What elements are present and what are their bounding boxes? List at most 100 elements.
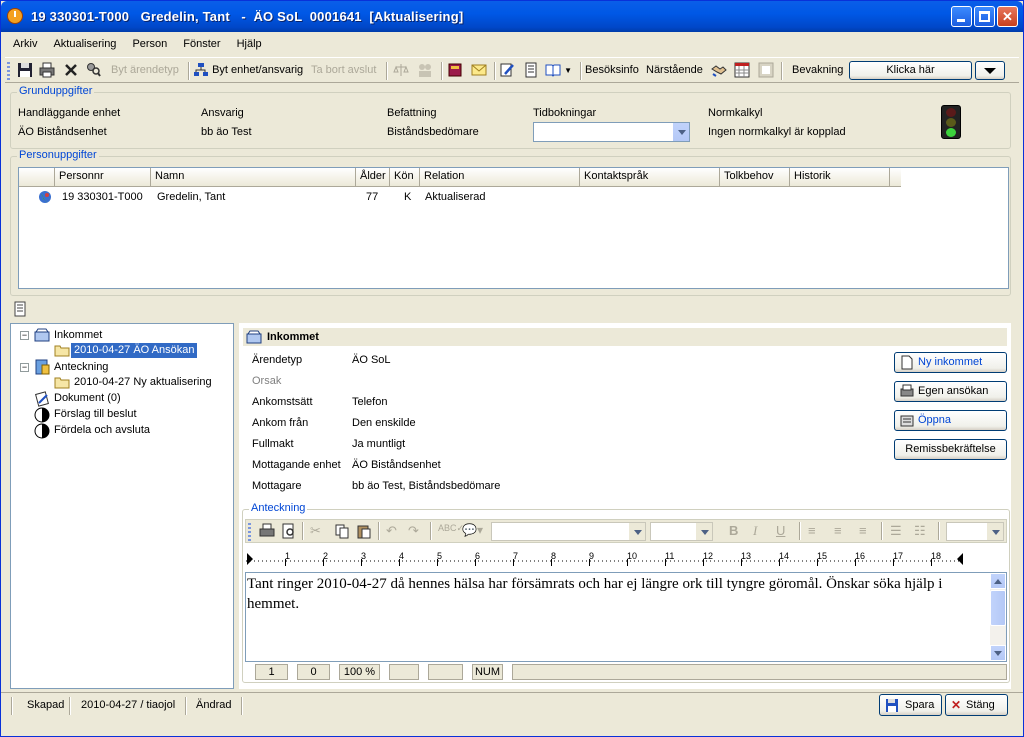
align-center-icon[interactable]: ≡ bbox=[834, 523, 842, 538]
column-header-namn[interactable]: Namn bbox=[151, 168, 356, 186]
font-family-select[interactable] bbox=[491, 522, 646, 541]
field-label-mottagande-enhet: Mottagande enhet bbox=[252, 459, 341, 471]
ta-bort-avslut-button[interactable]: Ta bort avslut bbox=[311, 61, 376, 81]
menu-arkiv[interactable]: Arkiv bbox=[5, 35, 45, 50]
tree-item-dokument[interactable]: Dokument (0) bbox=[54, 391, 121, 406]
narstaende-button[interactable]: Närstående bbox=[646, 61, 703, 81]
minimize-button[interactable] bbox=[951, 6, 972, 27]
tool-button-disabled-2[interactable] bbox=[417, 61, 433, 81]
tree-item-forslag[interactable]: Förslag till beslut bbox=[54, 407, 137, 422]
align-right-icon[interactable]: ≡ bbox=[859, 523, 867, 538]
editor-scrollbar[interactable] bbox=[990, 573, 1006, 661]
column-header-relation[interactable]: Relation bbox=[420, 168, 580, 186]
align-left-icon[interactable]: ≡ bbox=[808, 523, 816, 538]
document-tool-button[interactable] bbox=[523, 61, 539, 81]
traffic-light-yellow bbox=[946, 118, 956, 127]
menu-person[interactable]: Person bbox=[124, 35, 175, 50]
spellcheck-icon[interactable]: ABC✓ bbox=[438, 523, 464, 534]
tree-item-ao-ansokan[interactable]: 2010-04-27 ÄO Ansökan bbox=[71, 343, 198, 358]
underline-icon[interactable]: U bbox=[776, 523, 785, 538]
tidbokningar-select[interactable] bbox=[533, 122, 690, 142]
chevron-down-icon[interactable] bbox=[672, 123, 689, 141]
toolbar-grip[interactable] bbox=[7, 62, 10, 80]
style-select[interactable] bbox=[946, 522, 1004, 541]
mail-tool-button[interactable] bbox=[471, 61, 487, 81]
chevron-down-icon[interactable] bbox=[986, 523, 1003, 540]
editor-toolbar-grip[interactable] bbox=[248, 523, 251, 541]
ruler-tick bbox=[627, 559, 628, 566]
scroll-up-button[interactable] bbox=[990, 573, 1006, 589]
menu-hjalp[interactable]: Hjälp bbox=[229, 35, 270, 50]
close-button[interactable]: ✕ bbox=[997, 6, 1018, 27]
dropdown-arrow-icon[interactable]: ▼ bbox=[564, 66, 572, 75]
journal-tool-button[interactable] bbox=[447, 61, 463, 81]
numbered-list-icon[interactable]: ☷ bbox=[914, 523, 926, 539]
open-folder-icon bbox=[900, 415, 914, 427]
column-header-historik[interactable]: Historik bbox=[790, 168, 890, 186]
byt-arendetyp-button[interactable]: Byt ärendetyp bbox=[111, 61, 179, 81]
print-tool-button[interactable] bbox=[39, 61, 55, 81]
printer-icon[interactable] bbox=[259, 523, 275, 539]
open-book-tool-button[interactable]: ▼ bbox=[545, 61, 572, 81]
people-icon bbox=[419, 64, 431, 78]
collapse-toggle[interactable]: − bbox=[20, 331, 29, 340]
edit-tool-button[interactable] bbox=[499, 61, 515, 81]
column-header-alder[interactable]: Ålder bbox=[356, 168, 390, 186]
ruler-tick bbox=[475, 559, 476, 566]
column-header-personnr[interactable]: Personnr bbox=[55, 168, 151, 186]
klicka-har-button[interactable]: Klicka här bbox=[849, 61, 972, 80]
chevron-down-icon[interactable] bbox=[695, 523, 712, 540]
print-preview-icon[interactable] bbox=[281, 523, 297, 539]
menu-bar: Arkiv Aktualisering Person Fönster Hjälp bbox=[5, 35, 1019, 55]
tree-item-anteckning[interactable]: Anteckning bbox=[54, 360, 108, 375]
tree-item-fordela[interactable]: Fördela och avsluta bbox=[54, 423, 150, 438]
column-header-icon[interactable] bbox=[19, 168, 55, 186]
menu-fonster[interactable]: Fönster bbox=[175, 35, 228, 50]
oppna-button[interactable]: Öppna bbox=[894, 410, 1007, 431]
undo-icon[interactable]: ↶ bbox=[386, 523, 397, 539]
paste-icon[interactable] bbox=[356, 523, 372, 539]
search-person-tool-button[interactable] bbox=[85, 61, 101, 81]
font-size-select[interactable] bbox=[650, 522, 713, 541]
scroll-down-button[interactable] bbox=[990, 645, 1006, 661]
bullet-list-icon[interactable]: ☰ bbox=[890, 523, 902, 539]
scroll-document-icon[interactable] bbox=[13, 301, 27, 317]
redo-icon[interactable]: ↷ bbox=[408, 523, 419, 539]
bevakning-dropdown-button[interactable] bbox=[975, 61, 1005, 80]
ruler-number: 16 bbox=[855, 551, 866, 561]
skapad-label: Skapad bbox=[27, 699, 65, 711]
egen-ansokan-button[interactable]: Egen ansökan bbox=[894, 381, 1007, 402]
handshake-tool-button[interactable] bbox=[711, 61, 727, 81]
tree-item-ny-aktualisering[interactable]: 2010-04-27 Ny aktualisering bbox=[74, 375, 212, 390]
note-editor[interactable]: Tant ringer 2010-04-27 då hennes hälsa h… bbox=[245, 572, 1007, 662]
italic-icon[interactable]: I bbox=[753, 523, 757, 539]
byt-enhet-button[interactable]: Byt enhet/ansvarig bbox=[193, 61, 303, 81]
tool-button-disabled-1[interactable] bbox=[393, 61, 409, 81]
case-tree: − Inkommet 2010-04-27 ÄO Ansökan − Antec… bbox=[10, 323, 234, 689]
tool-button-disabled-3[interactable] bbox=[758, 61, 774, 81]
column-header-kontaktsprak[interactable]: Kontaktspråk bbox=[580, 168, 720, 186]
cut-icon[interactable]: ✂ bbox=[310, 523, 321, 539]
comment-icon[interactable]: 💬▾ bbox=[462, 523, 483, 537]
scroll-thumb[interactable] bbox=[990, 590, 1006, 626]
delete-tool-button[interactable] bbox=[63, 61, 79, 81]
maximize-button[interactable] bbox=[974, 6, 995, 27]
menu-aktualisering[interactable]: Aktualisering bbox=[45, 35, 124, 50]
grunduppgifter-legend: Grunduppgifter bbox=[17, 85, 95, 97]
remissbekraftelse-button[interactable]: Remissbekräftelse bbox=[894, 439, 1007, 460]
column-header-tolkbehov[interactable]: Tolkbehov bbox=[720, 168, 790, 186]
tree-item-inkommet[interactable]: Inkommet bbox=[54, 328, 102, 343]
copy-icon[interactable] bbox=[334, 523, 350, 539]
ruler[interactable]: 1 2 3 4 5 6 7 8 9 10 11 12 13 14 15 16 17 18 bbox=[245, 551, 967, 567]
field-value-mottagare: bb äo Test, Biståndsbedömare bbox=[352, 480, 501, 492]
calendar-tool-button[interactable] bbox=[734, 61, 750, 81]
ny-inkommet-button[interactable]: Ny inkommet bbox=[894, 352, 1007, 373]
stang-button[interactable]: ✕ Stäng bbox=[945, 694, 1008, 716]
save-tool-button[interactable] bbox=[17, 61, 33, 81]
spara-button[interactable]: Spara bbox=[879, 694, 942, 716]
column-header-kon[interactable]: Kön bbox=[390, 168, 420, 186]
bold-icon[interactable]: B bbox=[729, 523, 738, 538]
besoksinfo-button[interactable]: Besöksinfo bbox=[585, 61, 639, 81]
collapse-toggle[interactable]: − bbox=[20, 363, 29, 372]
chevron-down-icon[interactable] bbox=[628, 523, 645, 540]
